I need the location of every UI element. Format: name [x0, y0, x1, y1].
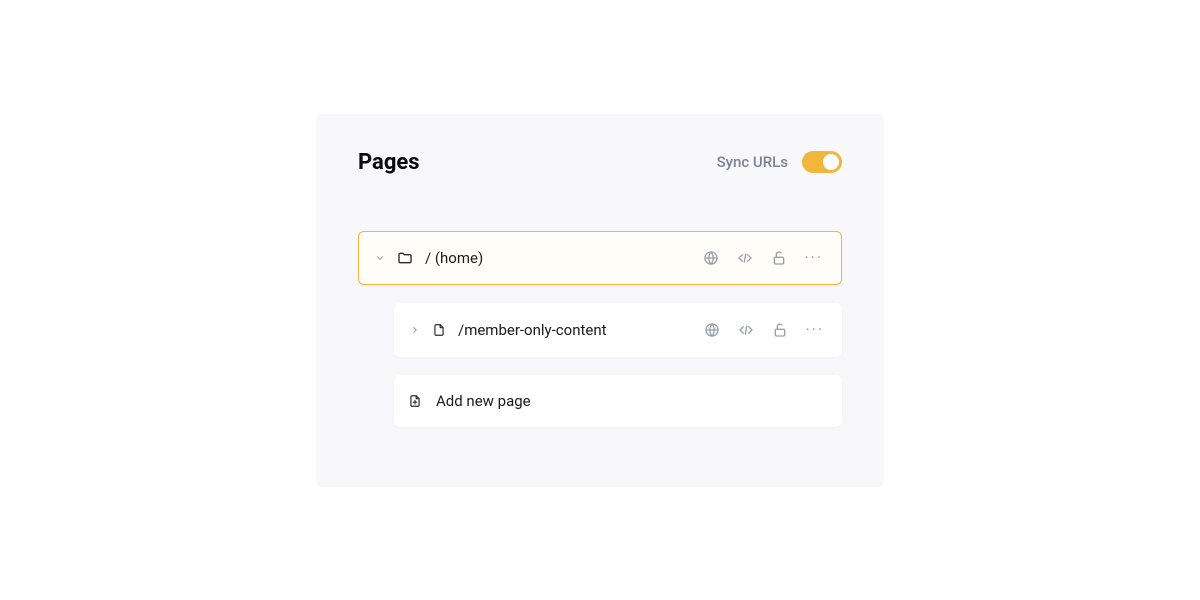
sync-urls-control: Sync URLs	[717, 151, 842, 173]
file-plus-icon	[408, 393, 422, 409]
more-icon[interactable]: ···	[804, 250, 823, 266]
globe-icon[interactable]	[702, 249, 720, 267]
unlock-icon[interactable]	[770, 249, 788, 267]
panel-title: Pages	[358, 150, 420, 175]
folder-icon	[397, 250, 413, 266]
sync-urls-toggle[interactable]	[802, 151, 842, 173]
panel-header: Pages Sync URLs	[358, 150, 842, 175]
page-row-home[interactable]: / (home) ···	[358, 231, 842, 285]
code-icon[interactable]	[737, 321, 755, 339]
file-icon	[432, 322, 446, 338]
globe-icon[interactable]	[703, 321, 721, 339]
page-row-member-only-content[interactable]: /member-only-content ···	[394, 303, 842, 357]
sync-urls-label: Sync URLs	[717, 153, 788, 171]
page-row-actions: ···	[703, 321, 824, 339]
add-new-page-button[interactable]: Add new page	[394, 375, 842, 427]
chevron-right-icon[interactable]	[408, 325, 422, 335]
pages-panel: Pages Sync URLs / (home)	[316, 114, 884, 487]
page-row-label: /member-only-content	[458, 321, 703, 339]
unlock-icon[interactable]	[771, 321, 789, 339]
page-row-actions: ···	[702, 249, 823, 267]
more-icon[interactable]: ···	[805, 322, 824, 338]
page-row-label: / (home)	[425, 249, 702, 267]
page-rows: / (home) ··· /member-on	[358, 231, 842, 427]
chevron-down-icon[interactable]	[373, 253, 387, 263]
toggle-knob	[823, 154, 839, 170]
add-new-page-label: Add new page	[436, 392, 824, 410]
code-icon[interactable]	[736, 249, 754, 267]
